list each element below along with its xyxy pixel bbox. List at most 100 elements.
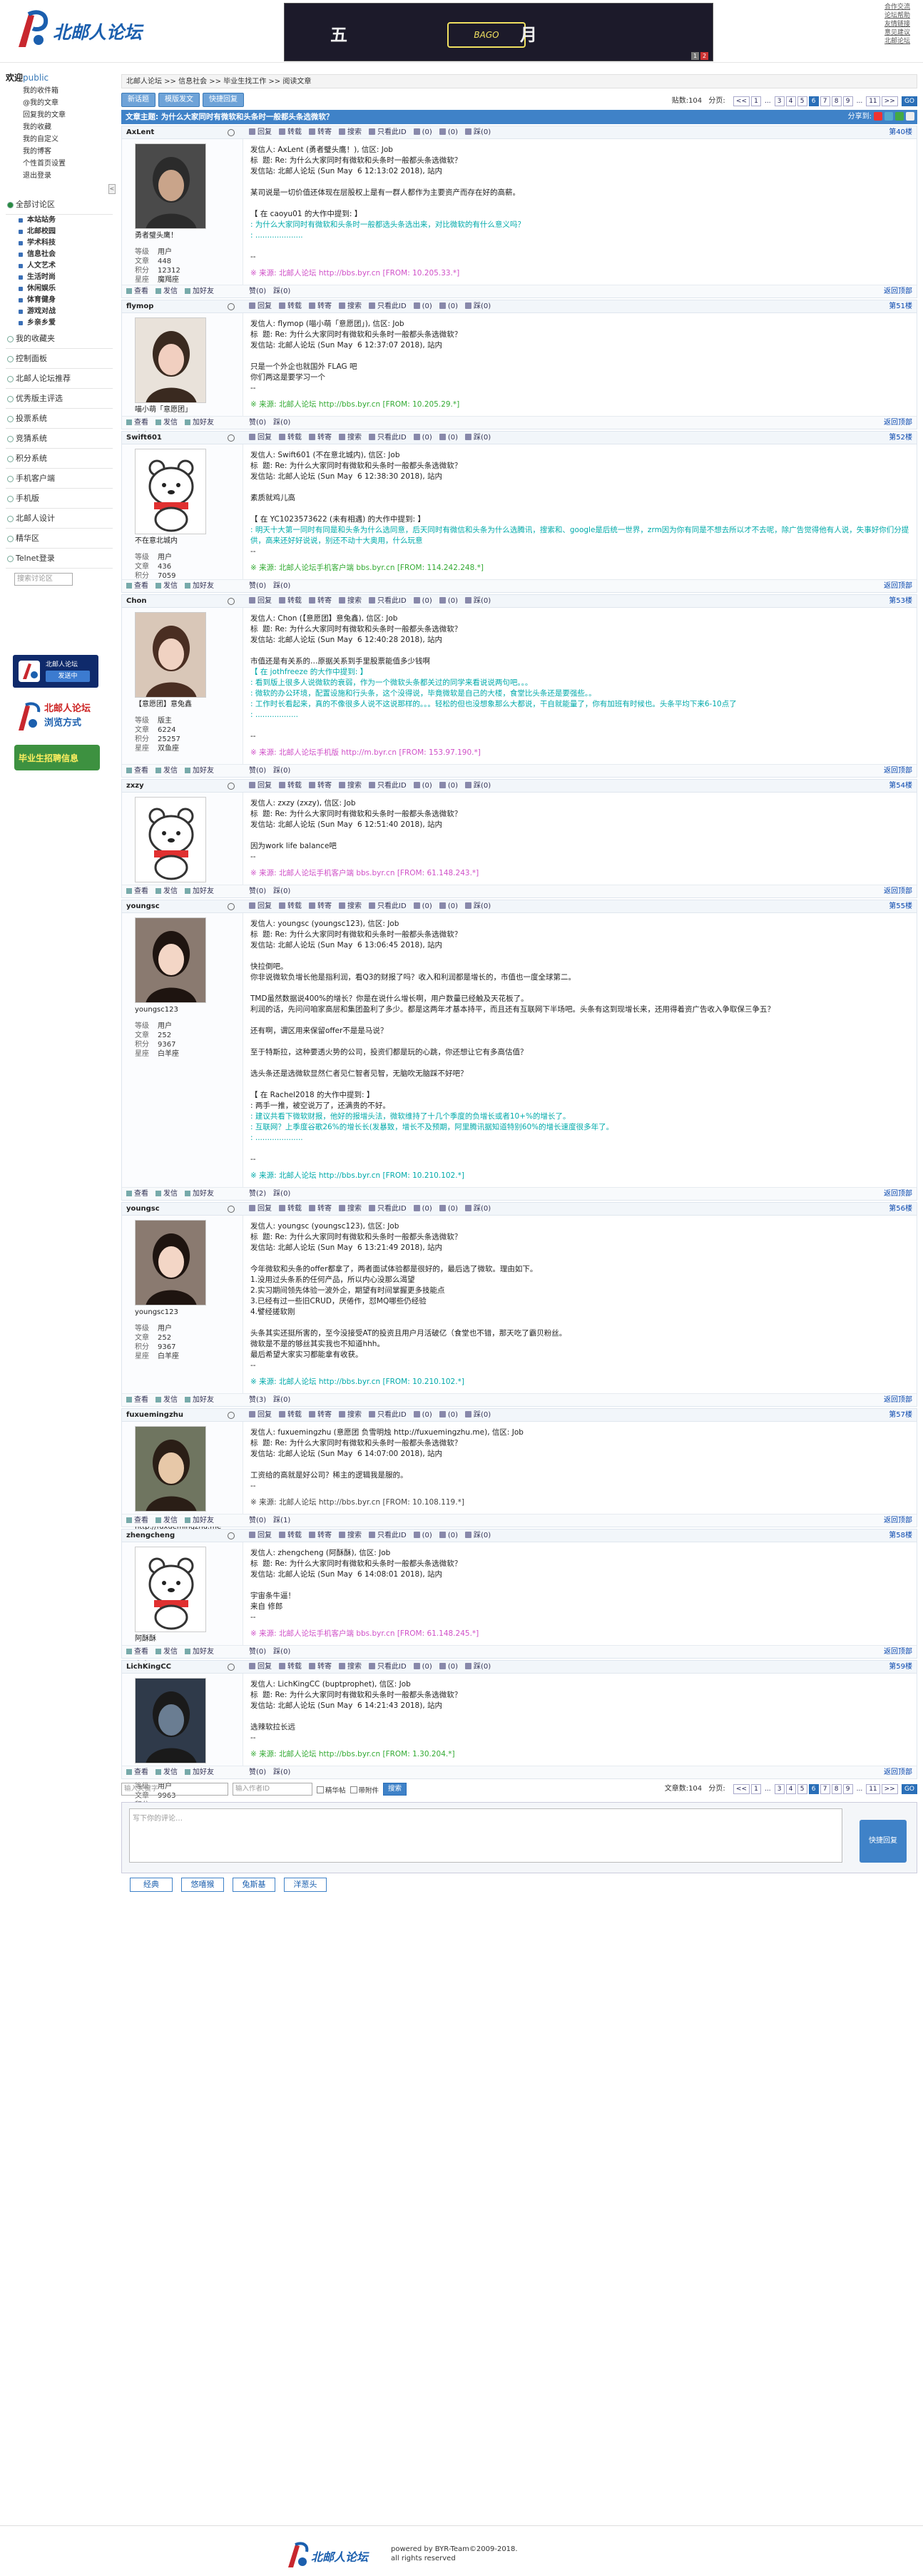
like-action[interactable]: (0) <box>414 1663 432 1671</box>
dislike-button[interactable]: 踩(0) <box>273 1768 290 1776</box>
like-action[interactable]: (0) <box>414 782 432 790</box>
page-link[interactable]: 1 <box>751 1784 762 1794</box>
sidebar-all-boards[interactable]: 全部讨论区 <box>6 195 113 215</box>
page-link[interactable]: 6 <box>808 1784 819 1794</box>
reply-textarea[interactable]: 写下你的评论… <box>129 1808 842 1863</box>
like-button[interactable]: 赞(0) <box>249 287 266 295</box>
new-post-button[interactable]: 新话题 <box>121 93 155 107</box>
username[interactable]: public <box>23 73 49 83</box>
user-link-inbox[interactable]: 我的收件箱 <box>6 85 113 97</box>
forward-action[interactable]: 转载 <box>279 1205 302 1213</box>
page-link[interactable]: 9 <box>842 1784 853 1794</box>
dislike-action[interactable]: (0) <box>439 434 458 442</box>
dislike-action[interactable]: (0) <box>439 1205 458 1213</box>
attachment-checkbox[interactable]: 带附件 <box>350 1785 379 1795</box>
mail-action[interactable]: 转寄 <box>309 434 332 442</box>
post-floor[interactable]: 第40楼 <box>889 126 912 139</box>
emoji-tab[interactable]: 洋葱头 <box>284 1878 327 1892</box>
sidebar-recommend[interactable]: 北邮人论坛推荐 <box>6 369 113 389</box>
avatar[interactable] <box>135 797 206 882</box>
back-to-top-link[interactable]: 返回顶部 <box>884 1394 912 1407</box>
sidebar-category[interactable]: 休闲娱乐 <box>6 283 113 295</box>
more-share-icon[interactable] <box>906 112 914 121</box>
add-friend-link[interactable]: 加好友 <box>185 1396 214 1404</box>
dislike-action[interactable]: (0) <box>439 902 458 910</box>
sidebar-category[interactable]: 游戏对战 <box>6 306 113 317</box>
dislike-action[interactable]: (0) <box>439 597 458 605</box>
sidebar-category[interactable]: 本站站务 <box>6 215 113 226</box>
like-button[interactable]: 赞(0) <box>249 1517 266 1524</box>
dislike-button[interactable]: 踩(0) <box>273 1648 290 1656</box>
page-link[interactable]: 11 <box>866 1784 880 1794</box>
back-to-top-link[interactable]: 返回顶部 <box>884 1766 912 1779</box>
dislike-button[interactable]: 踩(0) <box>273 1190 290 1198</box>
sidebar-telnet[interactable]: Telnet登录 <box>6 549 113 569</box>
view-profile-link[interactable]: 查看 <box>126 287 148 295</box>
sidebar-category[interactable]: 信息社会 <box>6 249 113 260</box>
like-action[interactable]: (0) <box>414 902 432 910</box>
reply-action[interactable]: 回复 <box>249 1532 272 1539</box>
send-mail-link[interactable]: 发信 <box>155 1517 178 1524</box>
post-floor[interactable]: 第59楼 <box>889 1661 912 1674</box>
site-logo[interactable]: 北邮人论坛 <box>13 7 148 53</box>
top-link[interactable]: 友情链接 <box>884 20 922 29</box>
weibo-icon[interactable] <box>874 112 882 121</box>
sidebar-vote[interactable]: 投票系统 <box>6 409 113 429</box>
page-link[interactable]: 9 <box>842 96 853 106</box>
send-mail-link[interactable]: 发信 <box>155 419 178 427</box>
sidebar-category[interactable]: 人文艺术 <box>6 260 113 272</box>
page-link[interactable]: 7 <box>820 1784 830 1794</box>
downvote-action[interactable]: 踩(0) <box>465 302 491 310</box>
downvote-action[interactable]: 踩(0) <box>465 597 491 605</box>
top-link[interactable]: 意见建议 <box>884 29 922 37</box>
dislike-action[interactable]: (0) <box>439 128 458 136</box>
dislike-button[interactable]: 踩(0) <box>273 887 290 895</box>
user-link-reply[interactable]: 回复我的文章 <box>6 109 113 121</box>
search-action[interactable]: 搜索 <box>339 782 362 790</box>
back-to-top-link[interactable]: 返回顶部 <box>884 1646 912 1659</box>
forward-action[interactable]: 转载 <box>279 902 302 910</box>
page-go-button[interactable]: GO <box>901 1784 917 1794</box>
search-action[interactable]: 搜索 <box>339 902 362 910</box>
avatar[interactable] <box>135 449 206 534</box>
qzone-icon[interactable] <box>884 112 893 121</box>
avatar[interactable] <box>135 917 206 1003</box>
back-to-top-link[interactable]: 返回顶部 <box>884 285 912 298</box>
search-button[interactable]: 搜索 <box>383 1783 407 1796</box>
mail-action[interactable]: 转寄 <box>309 782 332 790</box>
avatar[interactable] <box>135 1220 206 1305</box>
add-friend-link[interactable]: 加好友 <box>185 1768 214 1776</box>
post-author-id[interactable]: fuxuemingzhu <box>126 1409 183 1422</box>
post-author-id[interactable]: zxzy <box>126 780 144 793</box>
dislike-button[interactable]: 踩(0) <box>273 1396 290 1404</box>
send-mail-link[interactable]: 发信 <box>155 287 178 295</box>
view-profile-link[interactable]: 查看 <box>126 1648 148 1656</box>
keyword-search-input[interactable]: 输入关键字 <box>121 1783 228 1796</box>
sidebar-design[interactable]: 北邮人设计 <box>6 509 113 529</box>
back-to-top-link[interactable]: 返回顶部 <box>884 417 912 429</box>
mail-action[interactable]: 转寄 <box>309 597 332 605</box>
dislike-button[interactable]: 踩(1) <box>273 1517 290 1524</box>
sidebar-category[interactable]: 生活时尚 <box>6 272 113 283</box>
page-link[interactable]: 8 <box>831 96 842 106</box>
only-this-id-action[interactable]: 只看此ID <box>369 302 407 310</box>
page-link[interactable]: >> <box>881 1784 898 1794</box>
send-mail-link[interactable]: 发信 <box>155 767 178 775</box>
view-profile-link[interactable]: 查看 <box>126 582 148 590</box>
search-action[interactable]: 搜索 <box>339 1663 362 1671</box>
add-friend-link[interactable]: 加好友 <box>185 1190 214 1198</box>
sidebar-bid[interactable]: 竞猜系统 <box>6 429 113 449</box>
sidebar-control[interactable]: 控制面板 <box>6 349 113 369</box>
only-this-id-action[interactable]: 只看此ID <box>369 1532 407 1539</box>
reply-action[interactable]: 回复 <box>249 1411 272 1419</box>
sidebar-excellent[interactable]: 优秀版主评选 <box>6 389 113 409</box>
sidebar-category[interactable]: 北邮校园 <box>6 226 113 238</box>
like-button[interactable]: 赞(3) <box>249 1396 266 1404</box>
downvote-action[interactable]: 踩(0) <box>465 782 491 790</box>
mail-action[interactable]: 转寄 <box>309 1532 332 1539</box>
sidebar-category[interactable]: 乡亲乡爱 <box>6 317 113 329</box>
page-link[interactable]: 3 <box>774 1784 785 1794</box>
banner-dot[interactable]: 1 <box>691 52 699 60</box>
board-search-input[interactable]: 搜索讨论区 <box>14 573 73 586</box>
only-this-id-action[interactable]: 只看此ID <box>369 1411 407 1419</box>
